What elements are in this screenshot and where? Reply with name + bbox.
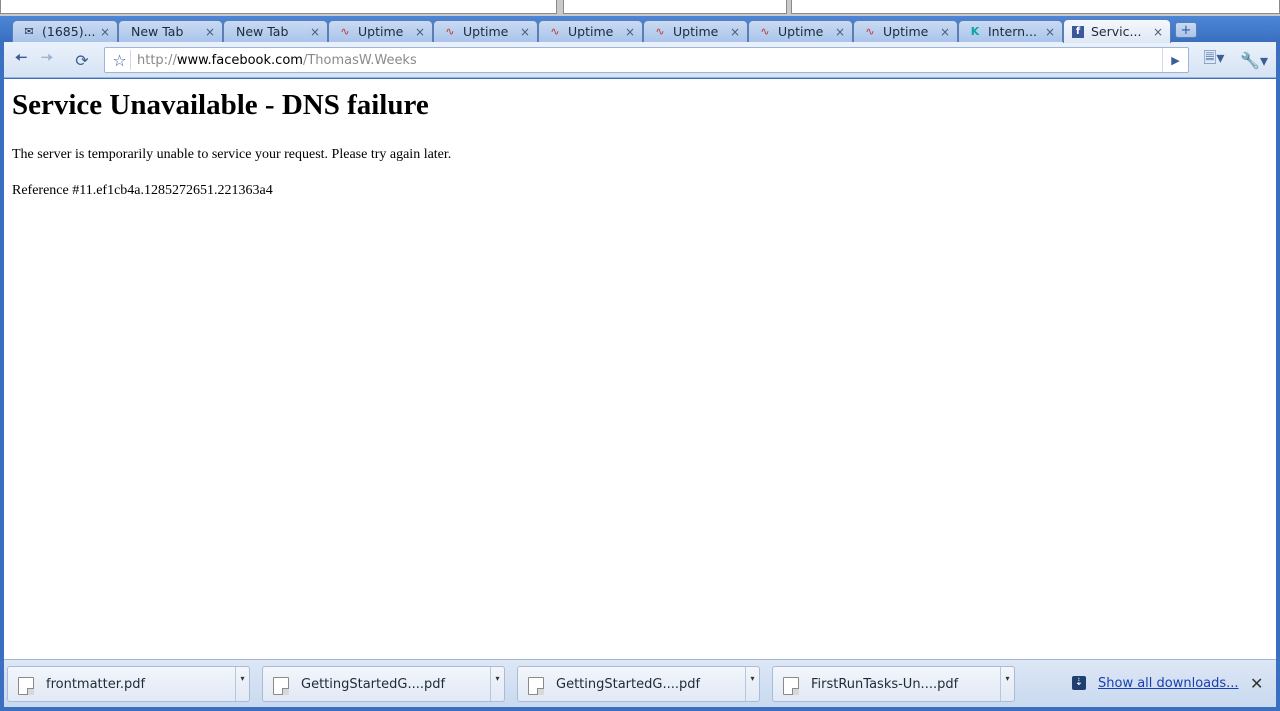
download-item[interactable]: GettingStartedG....pdf ▾	[517, 666, 760, 702]
chart-icon: ∿	[550, 25, 560, 38]
chart-icon: ∿	[445, 25, 455, 38]
chart-icon: ∿	[760, 25, 770, 38]
address-bar[interactable]: ☆ http://www.facebook.com/ThomasW.Weeks …	[104, 47, 1189, 73]
tab[interactable]: ∿ Uptime ×	[328, 20, 433, 42]
download-filename: FirstRunTasks-Un....pdf	[811, 677, 959, 692]
file-icon	[273, 677, 289, 695]
tab[interactable]: ∿ Uptime ×	[538, 20, 643, 42]
chevron-down-icon[interactable]: ▾	[235, 667, 249, 701]
url-path: /ThomasW.Weeks	[302, 53, 417, 68]
tab-title: Uptime	[568, 24, 614, 39]
show-all-downloads[interactable]: ⇣ Show all downloads...	[1072, 675, 1239, 691]
close-icon[interactable]: ×	[834, 25, 846, 39]
tab-title: Uptime	[673, 24, 719, 39]
chevron-down-icon[interactable]: ▾	[745, 667, 759, 701]
page-heading: Service Unavailable - DNS failure	[12, 89, 429, 121]
back-button[interactable]: 🠤	[9, 48, 33, 72]
new-tab-button[interactable]: +	[1175, 22, 1197, 38]
chart-icon: ∿	[865, 25, 875, 38]
facebook-icon: f	[1072, 25, 1084, 38]
tab-title: Uptime	[883, 24, 929, 39]
chart-icon: ∿	[340, 25, 350, 38]
close-icon[interactable]: ×	[729, 25, 741, 39]
download-shelf: frontmatter.pdf ▾ GettingStartedG....pdf…	[4, 659, 1276, 707]
tab-title: Servic...	[1091, 24, 1142, 39]
tab[interactable]: New Tab ×	[223, 20, 328, 42]
reference-text: Reference #11.ef1cb4a.1285272651.221363a…	[12, 183, 273, 198]
star-icon[interactable]: ☆	[109, 50, 131, 70]
tab[interactable]: ∿ Uptime ×	[853, 20, 958, 42]
tab[interactable]: ∿ Uptime ×	[748, 20, 853, 42]
close-icon[interactable]: ×	[309, 25, 321, 39]
download-icon: ⇣	[1072, 675, 1086, 690]
background-windows	[0, 0, 1280, 16]
download-item[interactable]: frontmatter.pdf ▾	[7, 666, 250, 702]
close-icon[interactable]: ×	[1152, 25, 1164, 39]
page-menu-button[interactable]: 🗏▾	[1200, 48, 1228, 72]
page-icon: 🗏▾	[1203, 47, 1225, 67]
background-window	[0, 0, 557, 14]
tab-title: (1685)...	[42, 24, 96, 39]
close-icon[interactable]: ×	[624, 25, 636, 39]
file-icon	[783, 677, 799, 695]
chevron-down-icon[interactable]: ▾	[1000, 667, 1014, 701]
close-icon[interactable]: ×	[519, 25, 531, 39]
file-icon	[528, 677, 544, 695]
k-icon: K	[970, 25, 980, 38]
download-filename: GettingStartedG....pdf	[301, 677, 446, 692]
download-filename: frontmatter.pdf	[46, 677, 146, 692]
arrow-left-icon: 🠤	[14, 47, 28, 67]
tab[interactable]: ✉ (1685)... ×	[12, 20, 118, 42]
background-window	[791, 0, 1280, 14]
arrow-right-icon: 🠦	[40, 47, 54, 67]
tab[interactable]: K Intern... ×	[958, 20, 1063, 42]
download-filename: GettingStartedG....pdf	[556, 677, 701, 692]
close-icon[interactable]: ×	[99, 25, 111, 39]
error-message: The server is temporarily unable to serv…	[12, 147, 452, 162]
forward-button[interactable]: 🠦	[35, 48, 59, 72]
background-window	[563, 0, 787, 14]
reload-icon: ⟳	[75, 50, 89, 70]
toolbar: 🠤 🠦 ⟳ ☆ http://www.facebook.com/ThomasW.…	[4, 42, 1276, 78]
show-all-downloads-link[interactable]: Show all downloads...	[1098, 676, 1239, 691]
file-icon	[18, 677, 34, 695]
reload-button[interactable]: ⟳	[70, 48, 94, 72]
tab-strip: ✉ (1685)... × New Tab × New Tab × ∿ Upti…	[0, 16, 1280, 43]
download-item[interactable]: FirstRunTasks-Un....pdf ▾	[772, 666, 1015, 702]
url-text[interactable]: http://www.facebook.com/ThomasW.Weeks	[137, 53, 417, 68]
close-icon[interactable]: ×	[414, 25, 426, 39]
tab[interactable]: New Tab ×	[118, 20, 223, 42]
tab-title: Uptime	[463, 24, 509, 39]
go-button[interactable]: ▶	[1162, 48, 1188, 72]
close-icon[interactable]: ✕	[1250, 674, 1263, 693]
tab-active[interactable]: f Servic... ×	[1063, 19, 1171, 43]
wrench-icon: 🔧▾	[1240, 50, 1268, 70]
tab-title: Uptime	[358, 24, 404, 39]
tab-title: New Tab	[131, 24, 184, 39]
mail-icon: ✉	[24, 25, 34, 38]
tab-title: Uptime	[778, 24, 824, 39]
url-scheme: http://	[137, 53, 177, 68]
page-content: Service Unavailable - DNS failure The se…	[4, 79, 1276, 659]
chart-icon: ∿	[655, 25, 665, 38]
tab[interactable]: ∿ Uptime ×	[433, 20, 538, 42]
close-icon[interactable]: ×	[1044, 25, 1056, 39]
url-host: www.facebook.com	[176, 53, 303, 68]
tab-title: Intern...	[988, 24, 1037, 39]
download-item[interactable]: GettingStartedG....pdf ▾	[262, 666, 505, 702]
tab[interactable]: ∿ Uptime ×	[643, 20, 748, 42]
close-icon[interactable]: ×	[939, 25, 951, 39]
play-icon: ▶	[1171, 53, 1180, 67]
wrench-menu-button[interactable]: 🔧▾	[1239, 48, 1269, 72]
close-icon[interactable]: ×	[204, 25, 216, 39]
tab-title: New Tab	[236, 24, 289, 39]
chevron-down-icon[interactable]: ▾	[490, 667, 504, 701]
